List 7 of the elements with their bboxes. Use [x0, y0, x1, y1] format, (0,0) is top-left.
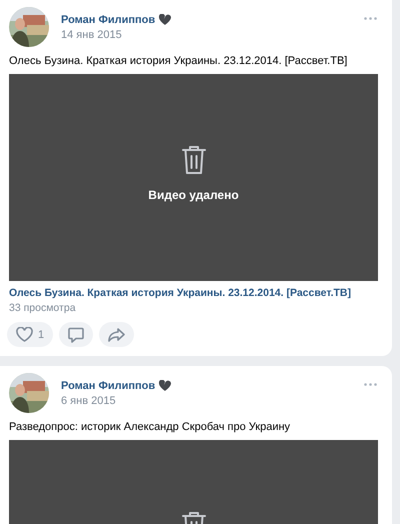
author-name[interactable]: Роман Филиппов — [61, 14, 156, 26]
view-count: 33 просмотра — [9, 302, 77, 314]
video-title-link[interactable]: Олесь Бузина. Краткая история Украины. 23.12.2014. [Рассвет.ТВ] — [9, 287, 383, 299]
post-text: Разведопрос: историк Александр Скробач про Украину — [9, 421, 292, 434]
post-text: Олесь Бузина. Краткая история Украины. 23.12.2014. [Рассвет.ТВ] — [9, 55, 348, 68]
author-name[interactable]: Роман Филиппов — [61, 380, 156, 392]
video-status-text: Видео удалено — [148, 188, 239, 202]
